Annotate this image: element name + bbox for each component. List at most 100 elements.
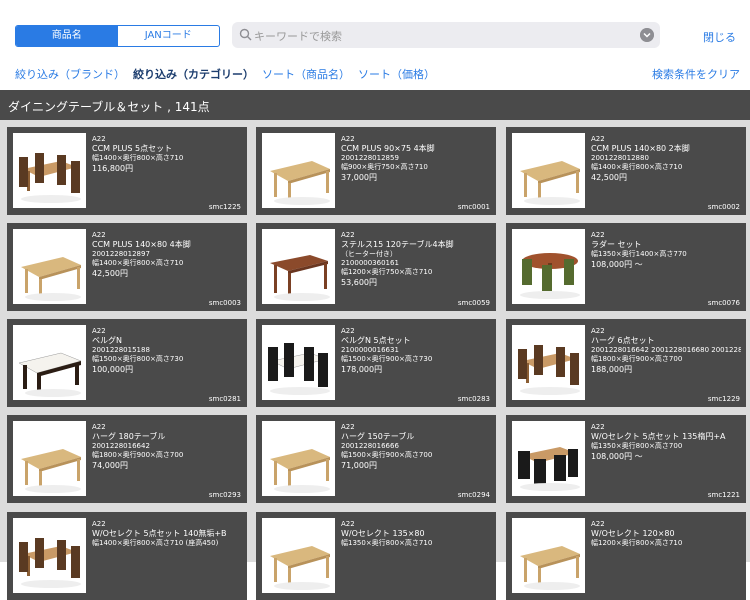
product-size: 幅1400×奥行800×高さ710 (座高450) (92, 539, 219, 547)
product-jan: 2001228012859 (341, 154, 399, 162)
product-code: smc0002 (707, 203, 740, 211)
product-card[interactable]: A22 ベルグN 2001228015188 幅1500×奥行800×高さ730 100… (7, 319, 247, 407)
product-name: CCM PLUS 90×75 4本脚 (341, 144, 435, 153)
product-info: A22 CCM PLUS 90×75 4本脚 2001228012859 幅900×奥… (341, 135, 491, 184)
sort-name-button[interactable]: ソート（商品名） (262, 66, 350, 82)
filter-category-button[interactable]: 絞り込み（カテゴリー） (133, 66, 254, 82)
product-jan: 2001228016666 (341, 442, 399, 450)
product-size: 幅1350×奥行800×高さ710 (341, 539, 433, 547)
product-brand: A22 (341, 520, 355, 528)
product-price: 74,000円 (92, 461, 128, 470)
product-jan: 2001228016642 (92, 442, 150, 450)
product-code: smc1229 (707, 395, 740, 403)
product-price: 37,000円 (341, 173, 377, 182)
product-code: smc0293 (208, 491, 241, 499)
product-image (262, 229, 335, 304)
product-card[interactable]: A22 ラダー セット 幅1350×奥行1400×高さ770 108,000円 〜 sm… (506, 223, 746, 311)
product-jan: （ヒーター付き） (341, 250, 397, 258)
product-brand: A22 (92, 135, 106, 143)
product-jan: 2001228012897 (92, 250, 150, 258)
product-name: CCM PLUS 5点セット (92, 144, 173, 153)
product-price: 42,500円 (92, 269, 128, 278)
product-size: 幅1350×奥行800×高さ700 (591, 442, 683, 450)
sort-price-button[interactable]: ソート（価格） (358, 66, 435, 82)
product-card[interactable]: A22 W/Oセレクト 120×80 幅1200×奥行800×高さ710 (506, 512, 746, 600)
product-card[interactable]: A22 ハーグ 6点セット 2001228016642 2001228016680 … (506, 319, 746, 407)
product-brand: A22 (341, 231, 355, 239)
product-info: A22 CCM PLUS 140×80 2本脚 2001228012880 幅1400… (591, 135, 741, 184)
product-image (512, 229, 585, 304)
product-size: 幅1400×奥行800×高さ710 (92, 154, 184, 162)
product-size: 幅1500×奥行800×高さ730 (92, 355, 184, 363)
product-code: smc1225 (208, 203, 241, 211)
product-card[interactable]: A22 ハーグ 150テーブル 2001228016666 幅1500×奥行900×高… (256, 415, 496, 503)
product-brand: A22 (341, 135, 355, 143)
search-field[interactable]: キーワードで検索 (232, 22, 660, 48)
clear-filters-button[interactable]: 検索条件をクリア (652, 66, 740, 82)
close-button[interactable]: 閉じる (703, 29, 736, 45)
product-code: smc0294 (457, 491, 490, 499)
product-card[interactable]: A22 ハーグ 180テーブル 2001228016642 幅1800×奥行900×高… (7, 415, 247, 503)
product-name: CCM PLUS 140×80 2本脚 (591, 144, 690, 153)
product-code: smc0001 (457, 203, 490, 211)
product-code: smc1221 (707, 491, 740, 499)
product-card[interactable]: A22 ステルス15 120テーブル4本脚 （ヒーター付き） 210000036016… (256, 223, 496, 311)
product-card[interactable]: A22 CCM PLUS 140×80 4本脚 2001228012897 幅1400… (7, 223, 247, 311)
segment-product-name[interactable]: 商品名 (16, 26, 118, 46)
product-name: ステルス15 120テーブル4本脚 (341, 240, 454, 249)
product-brand: A22 (591, 423, 605, 431)
product-brand: A22 (591, 231, 605, 239)
product-code: smc0076 (707, 299, 740, 307)
product-size: 幅1200×奥行800×高さ710 (591, 539, 683, 547)
product-brand: A22 (92, 231, 106, 239)
product-info: A22 ラダー セット 幅1350×奥行1400×高さ770 108,000円 〜 (591, 231, 741, 271)
search-icon (239, 28, 252, 41)
product-info: A22 ベルグN 5点セット 2100000016631 幅1500×奥行900×高さ… (341, 327, 491, 376)
product-image (13, 229, 86, 304)
product-size-detail: 幅1200×奥行750×高さ710 (341, 268, 433, 276)
product-price: 116,800円 (92, 164, 134, 173)
product-brand: A22 (92, 327, 106, 335)
product-brand: A22 (341, 327, 355, 335)
segment-jan-code[interactable]: JANコード (118, 26, 220, 46)
product-card[interactable]: A22 W/Oセレクト 5点セット 140無垢+B 幅1400×奥行800×高さ71… (7, 512, 247, 600)
product-info: A22 W/Oセレクト 5点セット 140無垢+B 幅1400×奥行800×高さ71… (92, 520, 242, 548)
product-brand: A22 (591, 135, 605, 143)
top-bar: 商品名 JANコード キーワードで検索 閉じる (0, 0, 750, 62)
product-price: 71,000円 (341, 461, 377, 470)
chevron-down-icon[interactable] (640, 28, 654, 42)
product-size: 幅1350×奥行1400×高さ770 (591, 250, 687, 258)
product-info: A22 ベルグN 2001228015188 幅1500×奥行800×高さ730 100… (92, 327, 242, 376)
product-info: A22 ハーグ 6点セット 2001228016642 2001228016680 … (591, 327, 741, 376)
product-size: 幅1500×奥行900×高さ730 (341, 355, 433, 363)
product-grid: A22 CCM PLUS 5点セット 幅1400×奥行800×高さ710 116,80… (0, 120, 750, 600)
product-card[interactable]: A22 CCM PLUS 5点セット 幅1400×奥行800×高さ710 116,80… (7, 127, 247, 215)
product-price: 108,000円 〜 (591, 260, 643, 269)
product-brand: A22 (92, 423, 106, 431)
product-info: A22 ハーグ 150テーブル 2001228016666 幅1500×奥行900×高… (341, 423, 491, 472)
product-image (13, 518, 86, 593)
product-size: 幅900×奥行750×高さ710 (341, 163, 428, 171)
search-mode-segmented-control[interactable]: 商品名 JANコード (15, 25, 220, 47)
product-brand: A22 (591, 327, 605, 335)
product-card[interactable]: A22 W/Oセレクト 135×80 幅1350×奥行800×高さ710 (256, 512, 496, 600)
product-card[interactable]: A22 ベルグN 5点セット 2100000016631 幅1500×奥行900×高さ… (256, 319, 496, 407)
product-info: A22 CCM PLUS 5点セット 幅1400×奥行800×高さ710 116,80… (92, 135, 242, 175)
category-header: ダイニングテーブル＆セット , 141点 (0, 90, 750, 120)
product-price: 42,500円 (591, 173, 627, 182)
product-code: smc0059 (457, 299, 490, 307)
filter-brand-button[interactable]: 絞り込み（ブランド） (15, 66, 125, 82)
product-name: CCM PLUS 140×80 4本脚 (92, 240, 191, 249)
product-name: ハーグ 150テーブル (341, 432, 415, 441)
product-name: ベルグN (92, 336, 122, 345)
product-card[interactable]: A22 CCM PLUS 140×80 2本脚 2001228012880 幅1400… (506, 127, 746, 215)
product-jan: 2001228012880 (591, 154, 649, 162)
product-code: smc0003 (208, 299, 241, 307)
product-card[interactable]: A22 W/Oセレクト 5点セット 135楕円+A 幅1350×奥行800×高さ70… (506, 415, 746, 503)
product-name: ラダー セット (591, 240, 642, 249)
product-brand: A22 (92, 520, 106, 528)
product-image (262, 133, 335, 208)
product-name: W/Oセレクト 5点セット 135楕円+A (591, 432, 726, 441)
product-card[interactable]: A22 CCM PLUS 90×75 4本脚 2001228012859 幅900×奥… (256, 127, 496, 215)
product-info: A22 CCM PLUS 140×80 4本脚 2001228012897 幅1400… (92, 231, 242, 280)
